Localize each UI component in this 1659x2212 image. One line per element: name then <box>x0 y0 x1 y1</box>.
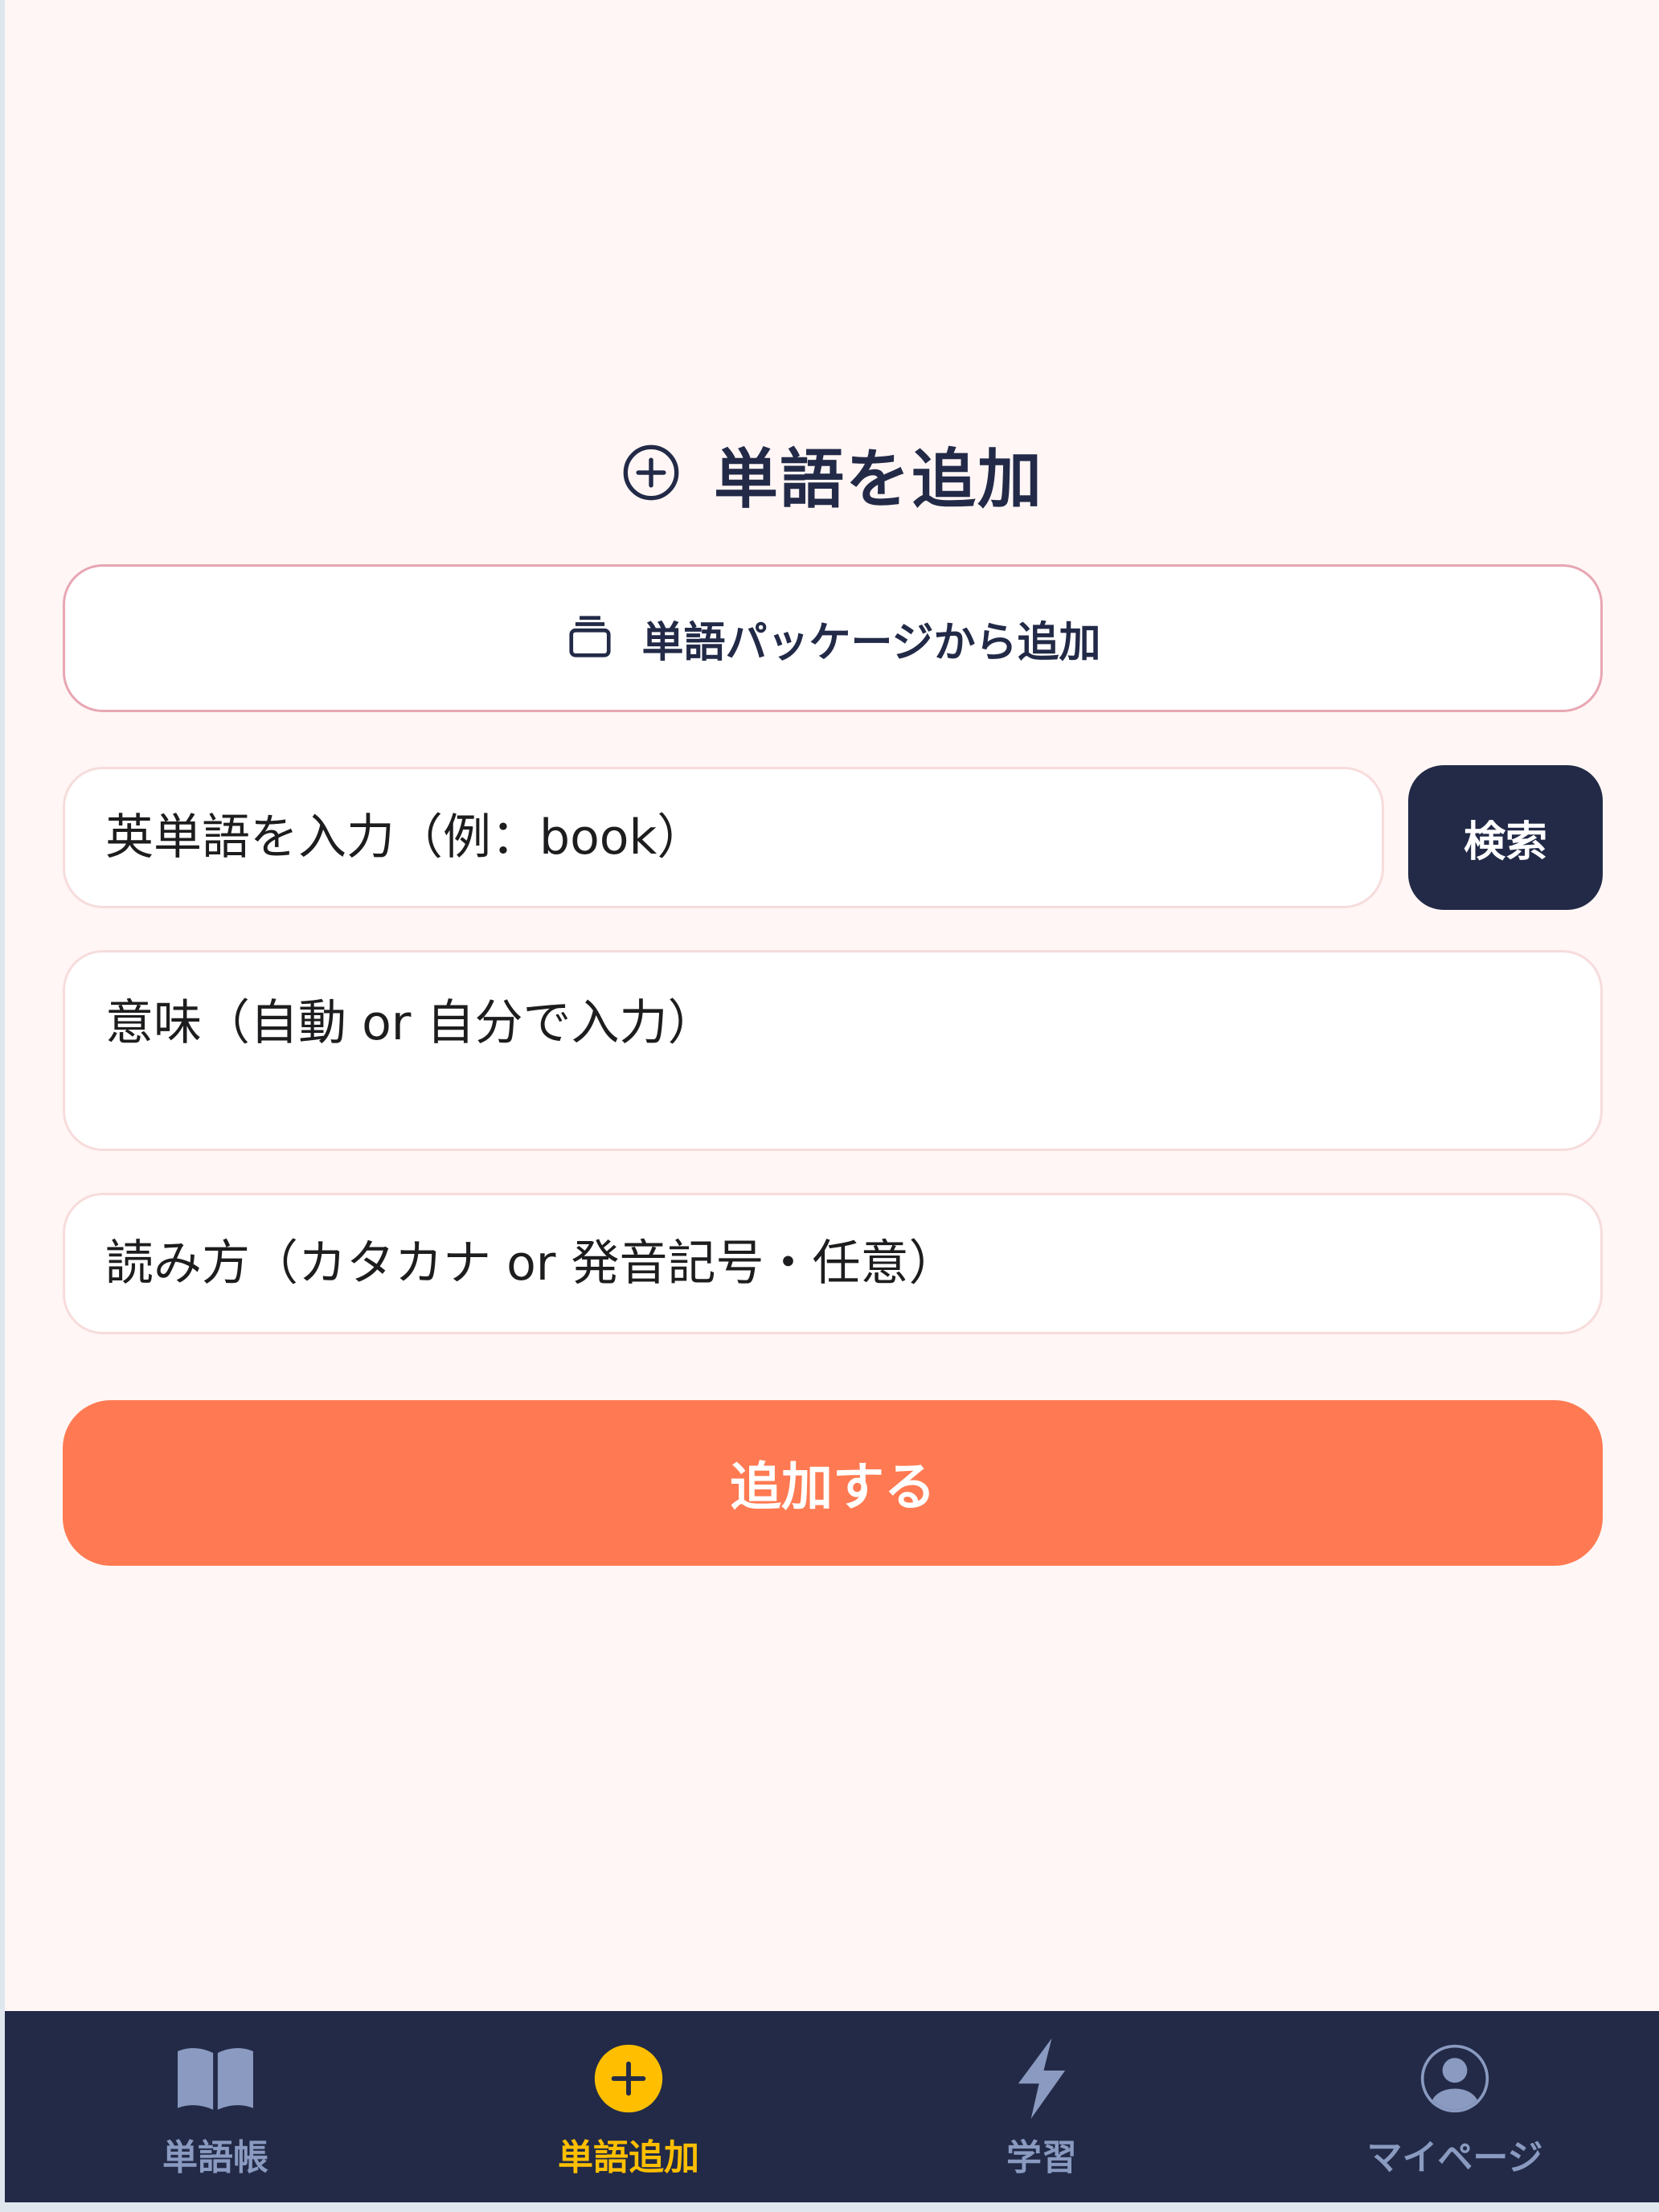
app-screen: 単語を追加 単語パッケージから追加 検索 追加する 単語帳 <box>5 0 1659 2212</box>
stack-icon <box>565 612 615 665</box>
plus-circle-icon <box>621 442 682 506</box>
book-icon <box>174 2037 257 2120</box>
window-bottom-edge <box>5 2202 1659 2212</box>
nav-label-mypage: マイページ <box>1366 2137 1543 2178</box>
user-circle-icon <box>1413 2037 1497 2120</box>
nav-item-study[interactable]: 学習 <box>921 2011 1162 2202</box>
nav-item-add-word[interactable]: 単語追加 <box>508 2011 749 2202</box>
page-title: 単語を追加 <box>5 434 1659 517</box>
add-from-package-label: 単語パッケージから追加 <box>641 618 1101 667</box>
nav-label-add-word: 単語追加 <box>558 2137 699 2178</box>
lightning-icon <box>1000 2037 1083 2120</box>
nav-label-vocabulary: 単語帳 <box>162 2137 268 2178</box>
nav-label-study: 学習 <box>1006 2137 1077 2178</box>
bottom-navigation: 単語帳 単語追加 学習 マイページ <box>5 2011 1659 2202</box>
add-word-submit-button[interactable]: 追加する <box>63 1400 1603 1566</box>
nav-item-mypage[interactable]: マイページ <box>1334 2011 1575 2202</box>
nav-item-vocabulary[interactable]: 単語帳 <box>95 2011 336 2202</box>
search-button[interactable]: 検索 <box>1408 765 1603 910</box>
meaning-input[interactable] <box>63 950 1603 1151</box>
reading-input[interactable] <box>63 1193 1603 1334</box>
page-title-text: 単語を追加 <box>714 442 1043 517</box>
add-from-package-button[interactable]: 単語パッケージから追加 <box>63 564 1603 712</box>
english-word-input[interactable] <box>63 767 1384 908</box>
plus-circle-icon <box>587 2037 670 2120</box>
